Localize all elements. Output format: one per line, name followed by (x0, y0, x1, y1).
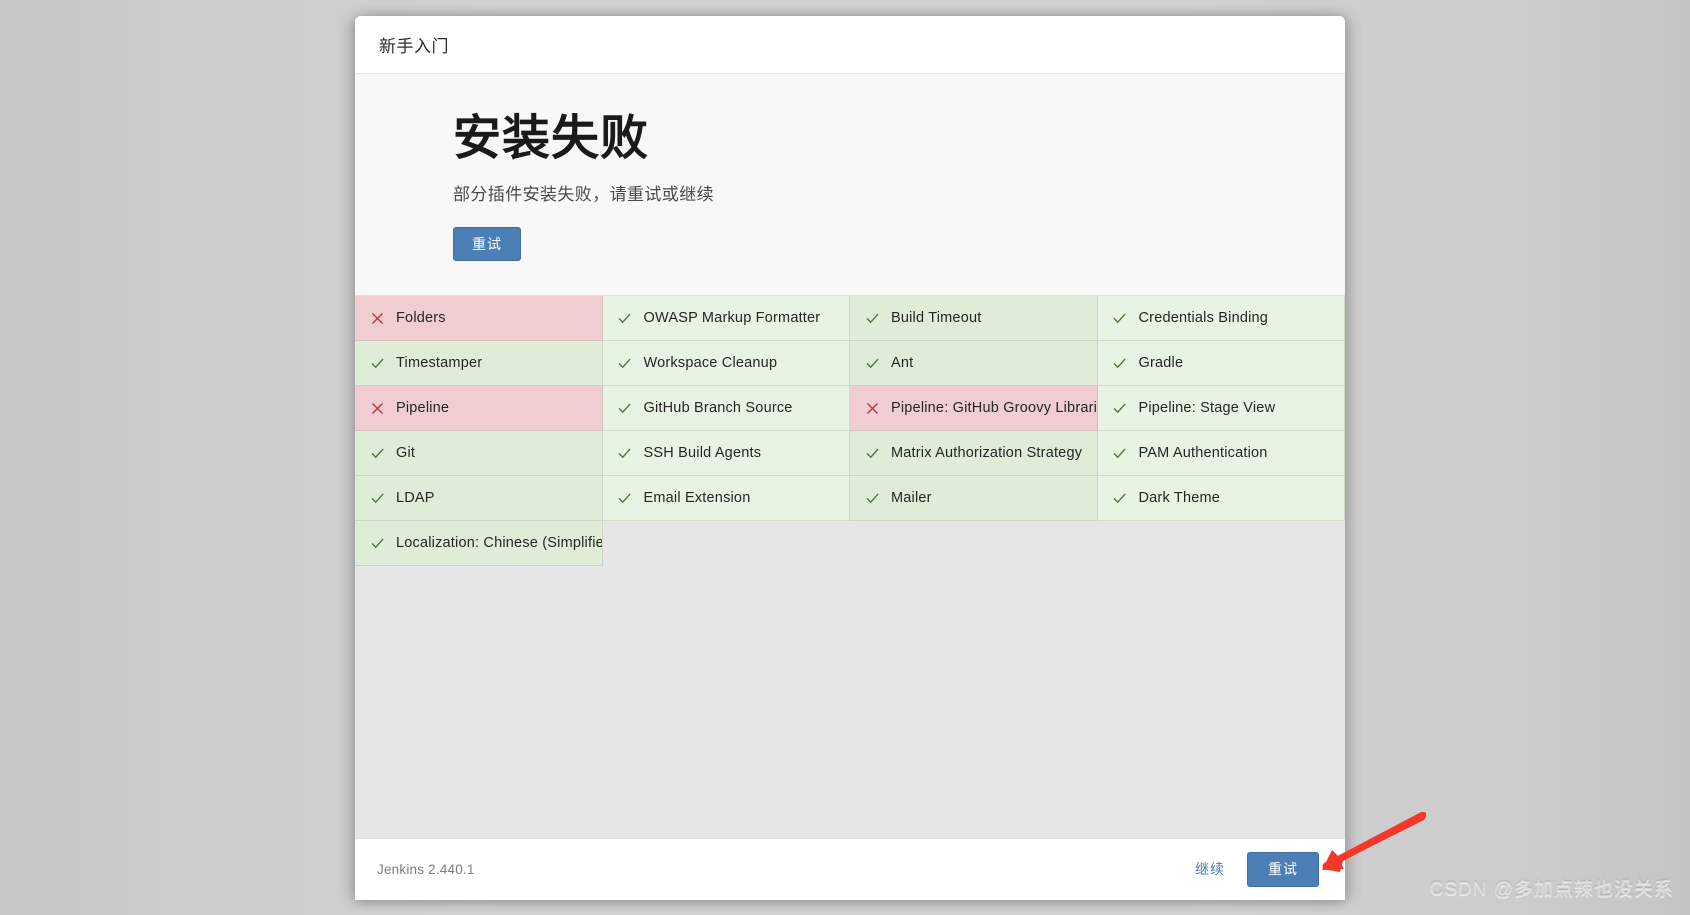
check-icon (862, 492, 882, 505)
plugin-cell: Matrix Authorization Strategy (850, 431, 1098, 477)
check-icon (615, 447, 635, 460)
plugin-name-label: Dark Theme (1138, 490, 1221, 507)
check-icon (615, 492, 635, 505)
plugin-cell: Email Extension (602, 476, 850, 522)
check-icon (367, 357, 387, 370)
check-icon (615, 312, 635, 325)
plugin-cell: Pipeline (355, 386, 603, 432)
plugin-name-label: LDAP (396, 490, 435, 507)
check-icon (1110, 402, 1130, 415)
install-failed-subtitle: 部分插件安装失败，请重试或继续 (453, 184, 714, 204)
plugin-cell: Dark Theme (1097, 476, 1345, 522)
plugin-name-label: Workspace Cleanup (643, 355, 778, 372)
plugin-grid-container: Folders OWASP Markup Formatter Build Timeo… (355, 296, 1345, 838)
plugin-cell: Workspace Cleanup (602, 341, 850, 387)
plugin-cell: Pipeline: Stage View (1097, 386, 1345, 432)
cross-icon (367, 402, 387, 415)
check-icon (367, 492, 387, 505)
dialog-footer: Jenkins 2.440.1 继续 重试 (355, 838, 1345, 900)
check-icon (1110, 492, 1130, 505)
footer-retry-button[interactable]: 重试 (1247, 852, 1319, 887)
plugin-name-label: Folders (396, 310, 446, 327)
plugin-name-label: Pipeline (396, 400, 450, 417)
check-icon (1110, 312, 1130, 325)
plugin-name-label: Pipeline: Stage View (1138, 400, 1276, 417)
plugin-name-label: PAM Authentication (1138, 445, 1268, 462)
plugin-name-label: Timestamper (396, 355, 483, 372)
plugin-cell: Git (355, 431, 603, 477)
footer-actions: 继续 重试 (1191, 852, 1319, 887)
cross-icon (862, 402, 882, 415)
csdn-watermark: CSDN @多加点辣也没关系 (1429, 879, 1674, 900)
plugin-cell: Credentials Binding (1097, 296, 1345, 342)
plugin-name-label: Build Timeout (891, 310, 982, 327)
plugin-name-label: Mailer (891, 490, 932, 507)
plugin-cell: LDAP (355, 476, 603, 522)
check-icon (615, 402, 635, 415)
plugin-name-label: Matrix Authorization Strategy (891, 445, 1083, 462)
plugin-cell: Localization: Chinese (Simplified) (355, 521, 603, 567)
plugin-cell: PAM Authentication (1097, 431, 1345, 477)
setup-wizard-dialog: 新手入门 安装失败 部分插件安装失败，请重试或继续 重试 Folders OWAS… (355, 16, 1345, 900)
page-title: 新手入门 (379, 37, 449, 56)
plugin-cell: GitHub Branch Source (602, 386, 850, 432)
check-icon (367, 537, 387, 550)
plugin-cell: Pipeline: GitHub Groovy Libraries (850, 386, 1098, 432)
plugin-cell: Folders (355, 296, 603, 342)
check-icon (862, 312, 882, 325)
plugin-name-label: Credentials Binding (1138, 310, 1269, 327)
check-icon (1110, 357, 1130, 370)
cross-icon (367, 312, 387, 325)
check-icon (1110, 447, 1130, 460)
plugin-name-label: SSH Build Agents (643, 445, 762, 462)
hero-retry-button[interactable]: 重试 (453, 226, 521, 262)
jenkins-version-label: Jenkins 2.440.1 (377, 862, 475, 877)
plugin-cell: OWASP Markup Formatter (602, 296, 850, 342)
check-icon (862, 447, 882, 460)
plugin-name-label: Email Extension (643, 490, 751, 507)
plugin-cell: SSH Build Agents (602, 431, 850, 477)
hero-section: 安装失败 部分插件安装失败，请重试或继续 重试 (355, 74, 1345, 297)
plugin-cell: Ant (850, 341, 1098, 387)
check-icon (862, 357, 882, 370)
dialog-body: 安装失败 部分插件安装失败，请重试或继续 重试 Folders OWASP Mar… (355, 74, 1345, 838)
install-failed-heading: 安装失败 (453, 112, 650, 165)
plugin-name-label: Gradle (1138, 355, 1184, 372)
plugin-name-label: GitHub Branch Source (643, 400, 793, 417)
plugin-name-label: Git (396, 445, 416, 462)
check-icon (367, 447, 387, 460)
continue-button[interactable]: 继续 (1191, 853, 1229, 885)
plugin-cell: Timestamper (355, 341, 603, 387)
plugin-name-label: OWASP Markup Formatter (643, 310, 821, 327)
plugin-cell: Gradle (1097, 341, 1345, 387)
check-icon (615, 357, 635, 370)
dialog-header: 新手入门 (355, 16, 1345, 74)
plugin-name-label: Localization: Chinese (Simplified) (396, 535, 603, 552)
plugin-status-grid: Folders OWASP Markup Formatter Build Timeo… (355, 296, 1345, 567)
plugin-cell: Build Timeout (850, 296, 1098, 342)
plugin-name-label: Ant (891, 355, 914, 372)
plugin-name-label: Pipeline: GitHub Groovy Libraries (891, 400, 1098, 417)
plugin-cell: Mailer (850, 476, 1098, 522)
